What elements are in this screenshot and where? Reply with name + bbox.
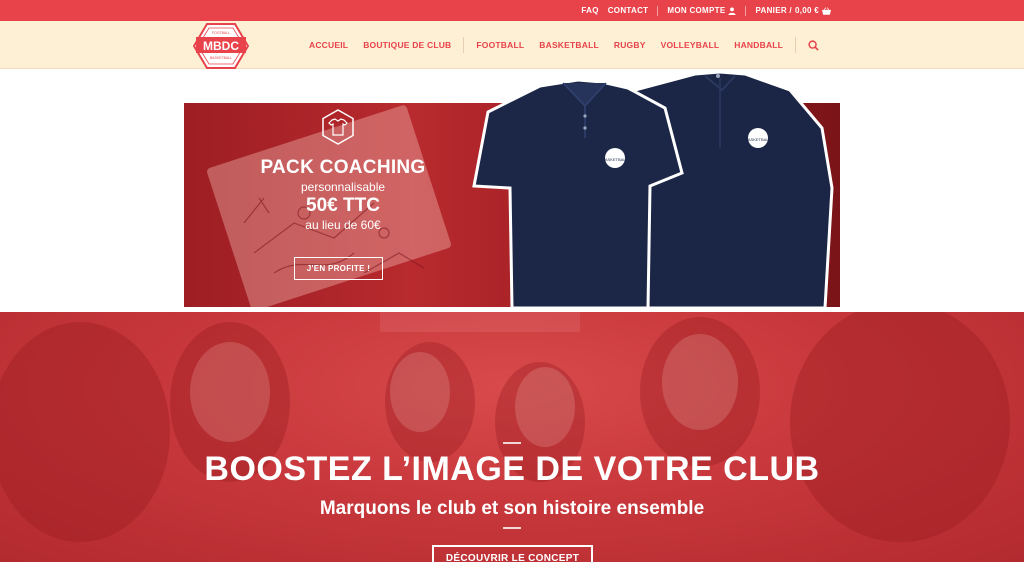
hero-divider-bottom bbox=[503, 527, 521, 529]
garments-image: BASKETBALL BASKETBALL bbox=[472, 70, 834, 308]
promo-old-price: au lieu de 60€ bbox=[305, 218, 381, 232]
cart-label: PANIER / bbox=[755, 6, 792, 15]
main-nav: ACCUEIL BOUTIQUE DE CLUB FOOTBALL BASKET… bbox=[309, 21, 819, 69]
shirt-icon bbox=[322, 109, 354, 145]
nav-basketball[interactable]: BASKETBALL bbox=[539, 40, 599, 50]
promo-price: 50€ TTC bbox=[306, 195, 380, 216]
sweatshirt-logo-text: BASKETBALL bbox=[745, 137, 771, 142]
polo-logo-text: BASKETBALL bbox=[602, 157, 628, 162]
nav-divider bbox=[463, 37, 465, 53]
logo-text: MBDC bbox=[203, 39, 239, 53]
faq-link[interactable]: FAQ bbox=[581, 6, 598, 15]
logo-small-bottom: BASKETBALL bbox=[210, 56, 232, 60]
nav-divider bbox=[795, 37, 797, 53]
nav-volleyball[interactable]: VOLLEYBALL bbox=[661, 40, 720, 50]
hero-title: BOOSTEZ L’IMAGE DE VOTRE CLUB bbox=[204, 450, 820, 488]
contact-link[interactable]: CONTACT bbox=[608, 6, 649, 15]
divider bbox=[745, 5, 747, 16]
team-photo-background bbox=[0, 312, 1010, 542]
nav-accueil[interactable]: ACCUEIL bbox=[309, 40, 348, 50]
nav-football[interactable]: FOOTBALL bbox=[476, 40, 524, 50]
account-label: MON COMPTE bbox=[667, 6, 726, 15]
nav-handball[interactable]: HANDBALL bbox=[734, 40, 783, 50]
top-bar-links: FAQ CONTACT MON COMPTE PANIER / 0,00 € bbox=[581, 0, 831, 21]
top-bar: FAQ CONTACT MON COMPTE PANIER / 0,00 € bbox=[0, 0, 1024, 21]
promo-subtitle: personnalisable bbox=[300, 180, 386, 194]
search-icon[interactable] bbox=[808, 39, 819, 51]
nav-rugby[interactable]: RUGBY bbox=[614, 40, 646, 50]
hero-subtitle: Marquons le club et son histoire ensembl… bbox=[319, 498, 705, 519]
logo-small-top: FOOTBALL bbox=[212, 31, 230, 35]
cart-link[interactable]: PANIER / 0,00 € bbox=[755, 6, 831, 15]
nav-boutique-de-club[interactable]: BOUTIQUE DE CLUB bbox=[363, 40, 451, 50]
basket-icon bbox=[822, 6, 831, 15]
cart-total: 0,00 € bbox=[794, 6, 819, 15]
hero-divider-top bbox=[503, 442, 521, 444]
account-link[interactable]: MON COMPTE bbox=[667, 6, 737, 15]
promo-title: PACK COACHING bbox=[260, 157, 426, 178]
club-logo[interactable]: MBDC FOOTBALL BASKETBALL bbox=[193, 22, 249, 70]
hero-section bbox=[0, 312, 1024, 562]
promo-cta-button[interactable]: J'EN PROFITE ! bbox=[294, 257, 383, 280]
discover-concept-button[interactable]: DÉCOUVRIR LE CONCEPT bbox=[432, 545, 593, 571]
divider bbox=[657, 5, 659, 16]
user-icon bbox=[728, 6, 737, 15]
